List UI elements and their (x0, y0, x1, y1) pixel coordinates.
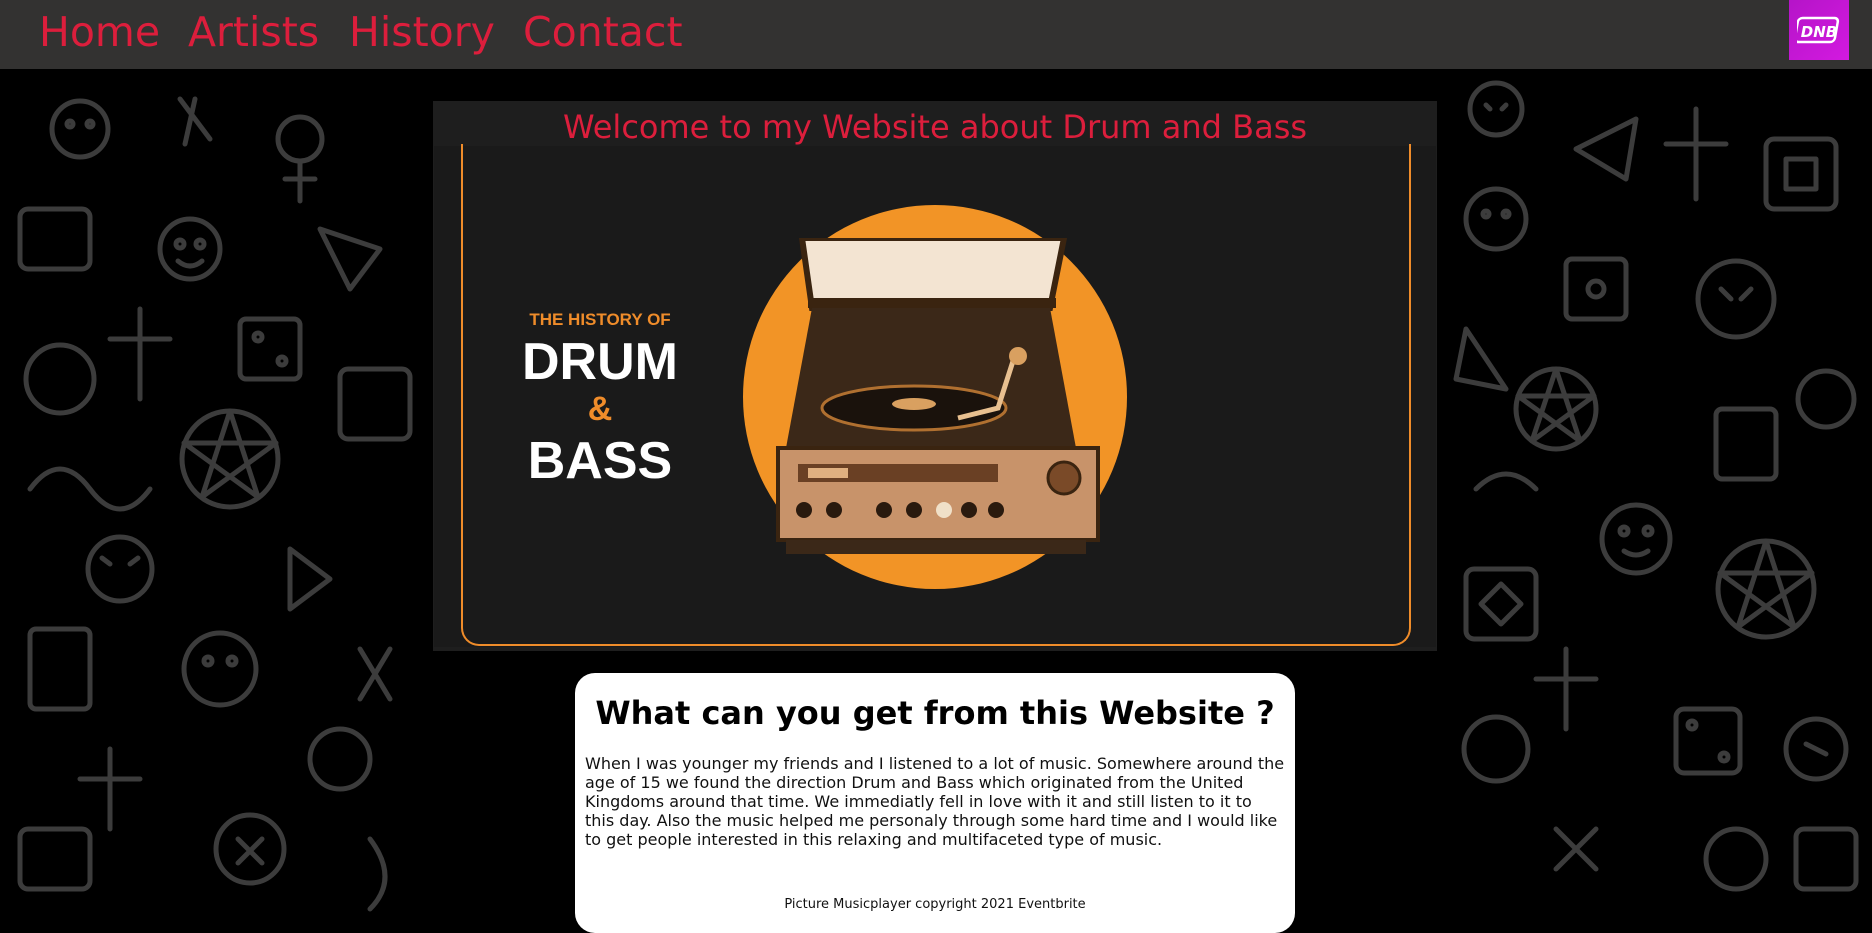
dnb-logo-icon: DNB (1797, 16, 1840, 44)
dnb-logo[interactable]: DNB (1789, 0, 1849, 60)
nav-link-home[interactable]: Home (39, 8, 160, 56)
about-card: What can you get from this Website ? Whe… (575, 673, 1295, 933)
hero-subtitle: THE HISTORY OF (529, 310, 671, 329)
record-player-illustration (776, 238, 1100, 554)
nav-link-artists[interactable]: Artists (188, 8, 319, 56)
doodle-pattern-right (1453, 80, 1859, 892)
hero-title-ampersand: & (587, 390, 613, 428)
doodle-pattern-left (17, 96, 413, 912)
card-body-text: When I was younger my friends and I list… (585, 754, 1285, 849)
nav-link-contact[interactable]: Contact (523, 8, 683, 56)
hero-image-drum-and-bass: THE HISTORY OF DRUM & BASS (434, 144, 1436, 647)
logo-text: DNB (1801, 23, 1837, 41)
nav-link-history[interactable]: History (349, 8, 495, 56)
hero-title-bass: BASS (527, 432, 673, 490)
page-title: Welcome to my Website about Drum and Bas… (562, 108, 1308, 146)
card-heading: What can you get from this Website ? (595, 694, 1275, 732)
hero-title-drum: DRUM (522, 333, 678, 391)
top-navigation-bar: Home Artists History Contact DNB (0, 0, 1872, 69)
image-credit: Picture Musicplayer copyright 2021 Event… (784, 897, 1086, 912)
